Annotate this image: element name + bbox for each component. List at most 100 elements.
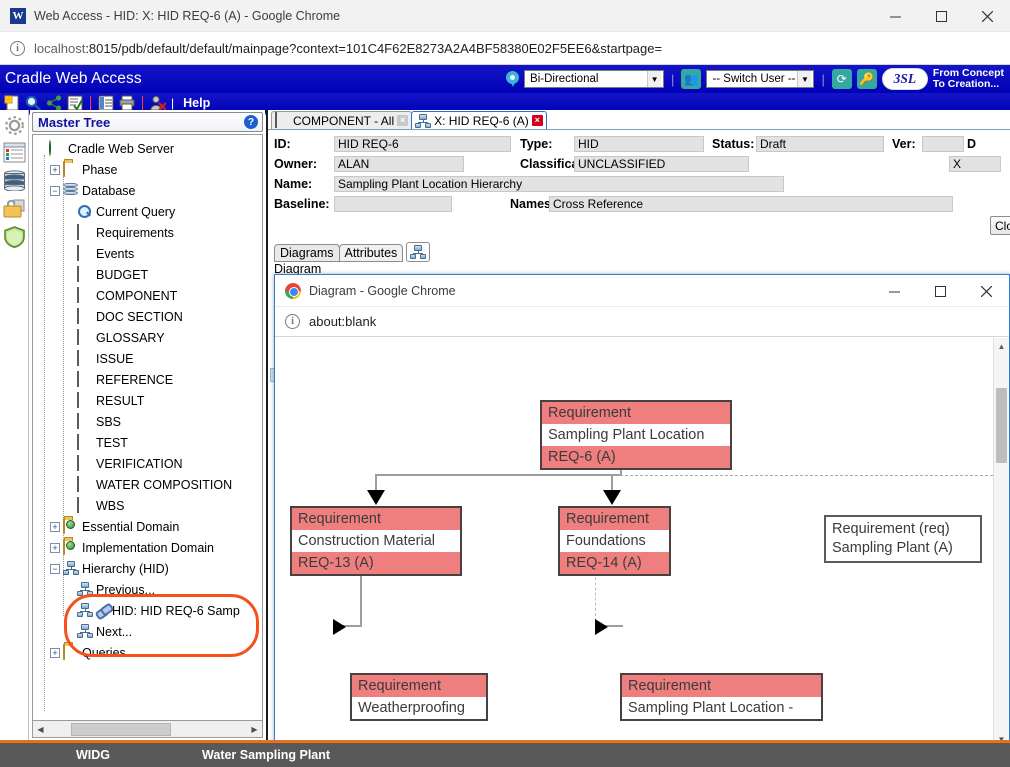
collapse-icon[interactable]: −	[50, 185, 60, 196]
owner-field[interactable]: ALAN	[334, 156, 464, 172]
hierarchy-icon	[77, 603, 93, 618]
popup-maximize-button[interactable]	[917, 275, 963, 307]
collapse-icon[interactable]: −	[50, 563, 60, 574]
tree-item-phase[interactable]: + Phase	[36, 159, 262, 180]
tree-item-queries[interactable]: + Queries	[36, 642, 262, 663]
diagram-node-sampling-plant[interactable]: Requirement (req) Sampling Plant (A)	[824, 515, 982, 563]
expand-icon[interactable]: +	[50, 521, 60, 532]
shield-icon[interactable]	[3, 226, 26, 249]
new-item-icon[interactable]	[4, 95, 20, 111]
tree-item-wbs[interactable]: WBS	[36, 495, 262, 516]
maximize-button[interactable]	[918, 0, 964, 32]
tree-item-test[interactable]: TEST	[36, 432, 262, 453]
unlock-folder-icon[interactable]	[3, 198, 26, 221]
id-field[interactable]: HID REQ-6	[334, 136, 511, 152]
tree-item-verification[interactable]: VERIFICATION	[36, 453, 262, 474]
expand-icon[interactable]: +	[50, 164, 60, 175]
scroll-left-arrow[interactable]: ◀	[33, 722, 48, 737]
site-info-icon[interactable]: i	[285, 314, 300, 329]
tree-item-sbs[interactable]: SBS	[36, 411, 262, 432]
ver-field[interactable]	[922, 136, 964, 152]
tree-item-database[interactable]: − Database	[36, 180, 262, 201]
tree-item-budget[interactable]: BUDGET	[36, 264, 262, 285]
namespace-field[interactable]: Cross Reference	[549, 196, 953, 212]
print-icon[interactable]	[119, 95, 135, 111]
table-view-icon[interactable]	[98, 95, 114, 111]
type-field[interactable]: HID	[574, 136, 704, 152]
gear-icon[interactable]	[3, 114, 26, 137]
diagram-node-sampling-plant-location[interactable]: Requirement Sampling Plant Location -	[620, 673, 823, 721]
status-field[interactable]: Draft	[756, 136, 884, 152]
expand-icon[interactable]: +	[50, 542, 60, 553]
tree-item-water-composition[interactable]: WATER COMPOSITION	[36, 474, 262, 495]
close-button[interactable]	[964, 0, 1010, 32]
minimize-button[interactable]	[872, 0, 918, 32]
logout-user-icon[interactable]	[150, 95, 167, 111]
share-icon[interactable]	[46, 95, 62, 111]
close-icon[interactable]: ×	[397, 115, 409, 126]
tree-item-result[interactable]: RESULT	[36, 390, 262, 411]
name-field[interactable]: Sampling Plant Location Hierarchy	[334, 176, 784, 192]
close-icon[interactable]: ×	[531, 115, 543, 126]
diagram-canvas[interactable]: Requirement Sampling Plant Location REQ-…	[275, 338, 1009, 763]
tree-item-current-query[interactable]: Current Query	[36, 201, 262, 222]
tab-attributes[interactable]: Attributes	[338, 244, 404, 262]
vertical-scroll-thumb[interactable]	[996, 388, 1007, 463]
tree-item-glossary[interactable]: GLOSSARY	[36, 327, 262, 348]
domain-field[interactable]: X	[949, 156, 1001, 172]
tree-item-requirements[interactable]: Requirements	[36, 222, 262, 243]
browser-url-bar[interactable]: i localhost:8015/pdb/default/default/mai…	[0, 32, 1010, 65]
diagram-node-req-13[interactable]: Requirement Construction Material REQ-13…	[290, 506, 462, 576]
tree-item-label: SBS	[96, 414, 122, 429]
tree-item-events[interactable]: Events	[36, 243, 262, 264]
tab-label: COMPONENT - All	[293, 113, 395, 128]
window-controls	[872, 0, 1010, 32]
table-icon[interactable]	[3, 142, 26, 165]
expand-icon[interactable]: +	[50, 647, 60, 658]
master-tree-body[interactable]: Cradle Web Server + Phase − Database Current …	[32, 134, 263, 721]
tree-scroll-thumb[interactable]	[71, 722, 171, 736]
tree-item-next[interactable]: Next...	[36, 621, 262, 642]
popup-close-button[interactable]	[963, 275, 1009, 307]
popup-vertical-scrollbar[interactable]: ▲ ▼	[993, 338, 1009, 747]
tree-item-hierarchy-hid[interactable]: − Hierarchy (HID)	[36, 558, 262, 579]
checklist-icon[interactable]	[67, 95, 83, 111]
direction-select[interactable]: Bi-Directional ▼	[524, 70, 665, 88]
scroll-right-arrow[interactable]: ▶	[247, 722, 262, 737]
tree-item-doc-section[interactable]: DOC SECTION	[36, 306, 262, 327]
popup-url-bar[interactable]: i about:blank	[275, 307, 1009, 337]
refresh-icon-button[interactable]: ⟳	[831, 69, 852, 89]
folder-icon	[63, 644, 78, 660]
diagram-node-req-14[interactable]: Requirement Foundations REQ-14 (A)	[558, 506, 671, 576]
tree-item-reference[interactable]: REFERENCE	[36, 369, 262, 390]
node-name: Sampling Plant Location -	[628, 700, 794, 716]
tree-item-previous[interactable]: Previous...	[36, 579, 262, 600]
tab-hid-req-6[interactable]: X: HID REQ-6 (A) ×	[411, 111, 547, 129]
tab-component-all[interactable]: COMPONENT - All ×	[271, 111, 413, 129]
tree-item-issue[interactable]: ISSUE	[36, 348, 262, 369]
tree-item-essential-domain[interactable]: + Essential Domain	[36, 516, 262, 537]
popup-minimize-button[interactable]	[871, 275, 917, 307]
tree-horizontal-scrollbar[interactable]: ◀ ▶	[32, 721, 263, 738]
scroll-up-arrow[interactable]: ▲	[994, 338, 1009, 354]
app-header: Cradle Web Access Bi-Directional ▼ | 👥 -…	[0, 65, 1010, 93]
users-icon-button[interactable]: 👥	[681, 69, 702, 89]
tab-diagrams[interactable]: Diagrams	[274, 244, 340, 262]
tree-item-implementation-domain[interactable]: + Implementation Domain	[36, 537, 262, 558]
baseline-field[interactable]	[334, 196, 452, 212]
help-icon[interactable]: ?	[244, 115, 258, 129]
diagram-node-weatherproofing[interactable]: Requirement Weatherproofing	[350, 673, 488, 721]
tree-item-cradle-web-server[interactable]: Cradle Web Server	[36, 138, 262, 159]
site-info-icon[interactable]: i	[10, 40, 25, 56]
tree-item-component[interactable]: COMPONENT	[36, 285, 262, 306]
database-icon[interactable]	[3, 170, 26, 193]
search-icon[interactable]	[25, 95, 41, 111]
close-record-button[interactable]: Clo	[990, 216, 1010, 235]
key-icon-button[interactable]: 🔑	[856, 69, 877, 89]
diagram-node-root[interactable]: Requirement Sampling Plant Location REQ-…	[540, 400, 732, 470]
hierarchy-diagram-button[interactable]	[406, 242, 431, 262]
switch-user-select[interactable]: -- Switch User -- ▼	[706, 70, 815, 88]
classification-field[interactable]: UNCLASSIFIED	[574, 156, 749, 172]
tree-item-hid-hid-req-6-samp[interactable]: HID: HID REQ-6 Samp	[36, 600, 262, 621]
help-link[interactable]: Help	[183, 96, 210, 110]
